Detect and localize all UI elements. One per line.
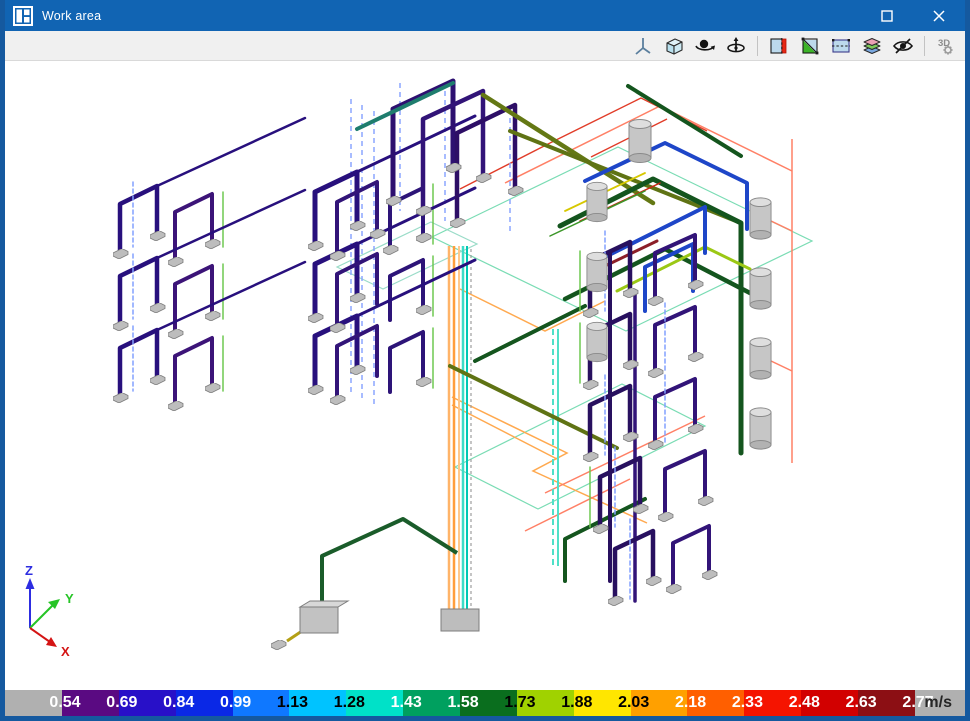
turntable-rotate-icon bbox=[727, 36, 745, 52]
section-vertical-icon bbox=[770, 37, 787, 54]
velocity-legend: 0.54 0.69 0.84 0.99 1.13 1.28 1.43 1.58 1.73 1.88… bbox=[5, 690, 965, 716]
3d-settings-button[interactable]: 3D bbox=[933, 33, 959, 59]
view-cube-button[interactable] bbox=[661, 33, 687, 59]
legend-label: 2.48 bbox=[788, 694, 820, 711]
clip-plane-diagonal-icon bbox=[801, 37, 819, 54]
section-horizontal-button[interactable] bbox=[828, 33, 854, 59]
riser-bundle bbox=[447, 246, 472, 613]
axis-tripod-icon bbox=[635, 37, 651, 55]
hide-eye-icon bbox=[893, 37, 913, 54]
legend-label: 2.03 bbox=[618, 694, 650, 711]
piping-model: Z Y X bbox=[25, 78, 814, 659]
3d-viewport[interactable]: Z Y X bbox=[5, 61, 965, 690]
legend-unit: m/s bbox=[924, 694, 952, 711]
work-area-icon bbox=[13, 5, 33, 26]
legend-label: 0.54 bbox=[49, 694, 81, 711]
orbit-icon bbox=[695, 39, 715, 51]
maximize-icon bbox=[881, 9, 893, 22]
left-far-cluster bbox=[117, 116, 307, 406]
legend-label: 1.58 bbox=[447, 694, 479, 711]
axis-y-label: Y bbox=[65, 591, 74, 606]
legend-label: 2.33 bbox=[731, 694, 763, 711]
legend-label: 1.28 bbox=[333, 694, 365, 711]
view-toolbar: 3D bbox=[5, 31, 965, 61]
legend-label: 1.13 bbox=[276, 694, 309, 711]
section-vertical-button[interactable] bbox=[766, 33, 792, 59]
titlebar[interactable]: Work area bbox=[5, 0, 965, 31]
3d-settings-icon: 3D bbox=[938, 38, 953, 55]
clip-plane-diagonal-button[interactable] bbox=[797, 33, 823, 59]
legend-label: 0.99 bbox=[220, 694, 252, 711]
boiler-group bbox=[271, 517, 459, 650]
layers-button[interactable] bbox=[859, 33, 885, 59]
orbit-view-button[interactable] bbox=[692, 33, 718, 59]
legend-label: 0.69 bbox=[106, 694, 138, 711]
close-button[interactable] bbox=[913, 0, 965, 31]
axis-x-label: X bbox=[61, 644, 70, 659]
hide-elements-button[interactable] bbox=[890, 33, 916, 59]
legend-label: 1.88 bbox=[561, 694, 593, 711]
toolbar-separator bbox=[924, 35, 925, 56]
work-area-window: Work area 3D Z Y X 0.54 0.69 0.84 0.99 1… bbox=[0, 0, 970, 721]
boiler-box bbox=[299, 606, 339, 634]
pipe-fitting bbox=[271, 640, 287, 650]
layers-icon bbox=[863, 37, 881, 54]
toolbar-separator bbox=[757, 35, 758, 56]
riser-base bbox=[440, 608, 480, 632]
legend-label: 1.43 bbox=[390, 694, 422, 711]
legend-label: 1.73 bbox=[504, 694, 536, 711]
view-axis-tripod-button[interactable] bbox=[630, 33, 656, 59]
legend-label: 0.84 bbox=[163, 694, 195, 711]
view-cube-icon bbox=[666, 37, 683, 55]
axis-z-label: Z bbox=[25, 563, 33, 578]
axis-triad: Z Y X bbox=[25, 563, 74, 659]
turntable-rotate-button[interactable] bbox=[723, 33, 749, 59]
section-horizontal-icon bbox=[832, 38, 850, 53]
legend-label: 2.18 bbox=[674, 694, 707, 711]
close-icon bbox=[933, 9, 945, 22]
window-title: Work area bbox=[42, 8, 102, 23]
legend-label: 2.63 bbox=[845, 694, 877, 711]
thin-salmon-lines bbox=[504, 105, 793, 532]
maximize-button[interactable] bbox=[861, 0, 913, 31]
